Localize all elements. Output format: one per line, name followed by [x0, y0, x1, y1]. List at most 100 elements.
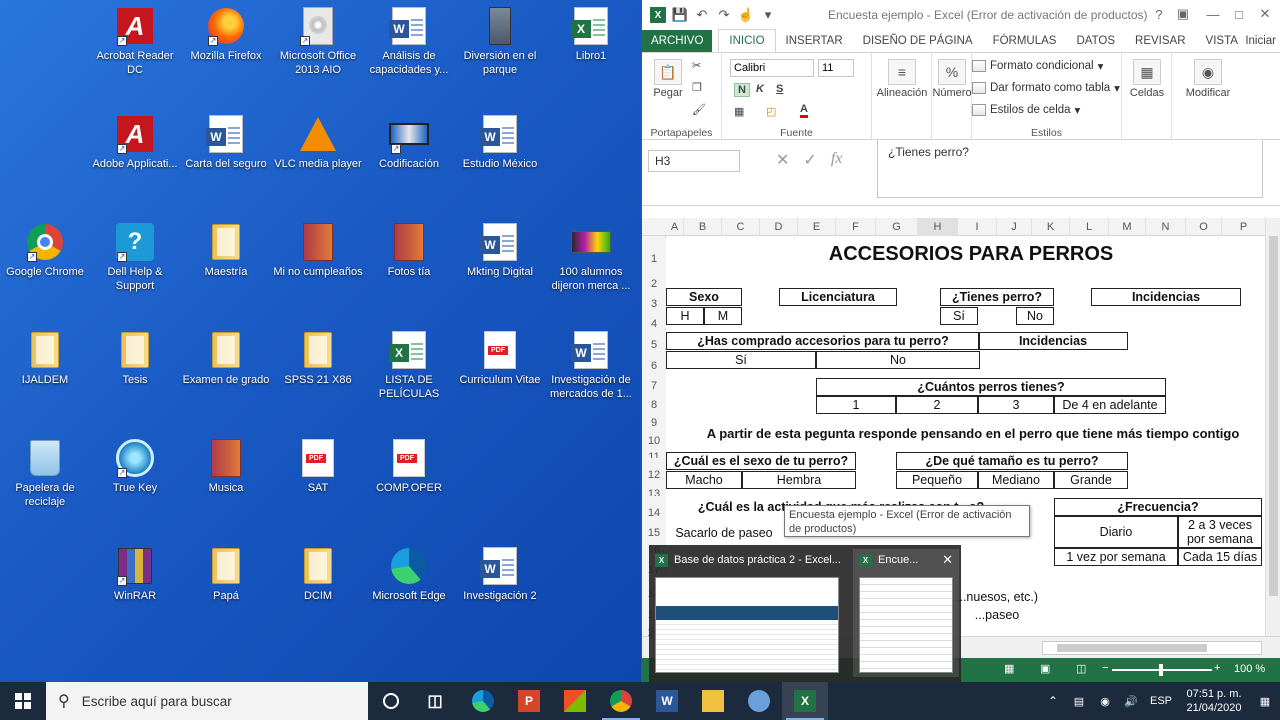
enter-icon[interactable]: ✓ — [803, 150, 816, 170]
row-header-13[interactable]: 13 — [642, 480, 666, 500]
row-header-4[interactable]: 4 — [642, 308, 666, 330]
cell-n3[interactable]: 3 — [978, 396, 1054, 414]
alignment-button[interactable]: ≡ Alineación — [876, 59, 928, 99]
tab-vista[interactable]: VISTA — [1196, 30, 1248, 52]
cell-no2[interactable]: No — [816, 351, 980, 369]
tab-datos[interactable]: DATOS — [1066, 30, 1125, 52]
format-painter-icon[interactable]: 🖌 — [692, 103, 706, 116]
cell-cuantos[interactable]: ¿Cuántos perros tienes? — [816, 378, 1166, 396]
cell-si2[interactable]: Sí — [666, 351, 816, 369]
desktop-icon-mi-no-cumplea-os[interactable]: Mi no cumpleaños — [272, 222, 364, 279]
taskbar-word[interactable]: W — [644, 682, 690, 720]
font-name-select[interactable]: Calibri — [730, 59, 814, 77]
row-header-15[interactable]: 15 — [642, 518, 666, 539]
cell-dos-tres[interactable]: 2 a 3 veces por semana — [1178, 516, 1262, 548]
desktop-icon-vlc-media-player[interactable]: VLC media player — [272, 114, 364, 171]
cancel-icon[interactable]: ✕ — [776, 150, 789, 170]
desktop-icon-dell-help-support[interactable]: ? ↗ Dell Help & Support — [89, 222, 181, 293]
cell-apartir[interactable]: A partir de esta pegunta responde pensan… — [692, 424, 1254, 444]
modify-button[interactable]: ◉ Modificar — [1178, 59, 1238, 99]
cortana-button[interactable] — [368, 682, 414, 720]
desktop-icon-an-lisis-de-capacidades-y[interactable]: Análisis de capacidades y... — [363, 6, 455, 77]
chevron-up-icon[interactable]: ⌃ — [1040, 694, 1066, 708]
cell-sexo-perro[interactable]: ¿Cuál es el sexo de tu perro? — [666, 452, 856, 470]
taskbar-edge[interactable] — [460, 682, 506, 720]
cells-button[interactable]: ▦ Celdas — [1126, 59, 1168, 99]
column-header-g[interactable]: G — [876, 218, 918, 236]
row-header-1[interactable]: 1 — [642, 238, 666, 268]
cell-grande[interactable]: Grande — [1054, 471, 1128, 489]
column-header-k[interactable]: K — [1032, 218, 1070, 236]
desktop-icon-tesis[interactable]: Tesis — [89, 330, 181, 387]
font-color-icon[interactable]: A — [800, 103, 808, 118]
thumbnail-encuesta[interactable]: X Encue... ✕ — [853, 549, 959, 677]
taskbar-powerpoint[interactable]: P — [506, 682, 552, 720]
zoom-level[interactable]: 100 % — [1234, 663, 1265, 675]
fx-icon[interactable]: fx — [831, 150, 843, 170]
taskbar-app[interactable] — [736, 682, 782, 720]
zoom-slider[interactable] — [1112, 664, 1212, 676]
row-header-2[interactable]: 2 — [642, 268, 666, 290]
paste-button[interactable]: 📋 Pegar — [648, 59, 688, 99]
column-header-i[interactable]: I — [958, 218, 997, 236]
cell-mediano[interactable]: Mediano — [978, 471, 1054, 489]
thumbnail-base-datos[interactable]: X Base de datos práctica 2 - Excel... — [649, 549, 849, 677]
bold-button[interactable]: N — [734, 83, 750, 97]
desktop-icon-spss-21-x86[interactable]: SPSS 21 X86 — [272, 330, 364, 387]
desktop-icon-dcim[interactable]: DCIM — [272, 546, 364, 603]
tab-revisar[interactable]: REVISAR — [1125, 30, 1196, 52]
taskbar-excel[interactable]: X — [782, 682, 828, 720]
taskbar-explorer[interactable] — [690, 682, 736, 720]
tab-diseno[interactable]: DISEÑO DE PÁGINA — [853, 30, 983, 52]
borders-icon[interactable]: ▦ — [734, 105, 744, 118]
page-layout-icon[interactable]: ▣ — [1040, 662, 1050, 675]
vertical-scrollbar[interactable] — [1265, 218, 1280, 636]
row-header-14[interactable]: 14 — [642, 496, 666, 519]
volume-icon[interactable]: 🔊 — [1118, 695, 1144, 708]
cell-hembra[interactable]: Hembra — [742, 471, 856, 489]
desktop-icon-lista-de-pel-culas[interactable]: LISTA DE PELÍCULAS — [363, 330, 455, 401]
desktop-icon-sat[interactable]: SAT — [272, 438, 364, 495]
cell-tienes-perro[interactable]: ¿Tienes perro? — [940, 288, 1054, 306]
column-header-j[interactable]: J — [997, 218, 1032, 236]
italic-button[interactable]: K — [756, 83, 764, 95]
task-view-button[interactable]: ◫ — [412, 682, 458, 720]
column-header-d[interactable]: D — [760, 218, 798, 236]
column-header-f[interactable]: F — [836, 218, 876, 236]
wifi-icon[interactable]: ◉ — [1092, 695, 1118, 708]
tab-archivo[interactable]: ARCHIVO — [642, 30, 713, 52]
cell-si[interactable]: Sí — [940, 307, 978, 325]
column-header-b[interactable]: B — [684, 218, 722, 236]
name-box[interactable]: H3 — [648, 150, 740, 172]
row-header-8[interactable]: 8 — [642, 390, 666, 411]
row-header-12[interactable]: 12 — [642, 458, 666, 481]
cell-licenciatura[interactable]: Licenciatura — [779, 288, 897, 306]
row-header-9[interactable]: 9 — [642, 408, 666, 429]
cell-macho[interactable]: Macho — [666, 471, 742, 489]
tab-inicio[interactable]: INICIO — [718, 29, 776, 52]
minimize-button[interactable]: — — [1202, 4, 1224, 24]
cell-n1[interactable]: 1 — [816, 396, 896, 414]
cell-accesorios[interactable]: ¿Has comprado accesorios para tu perro? — [666, 332, 980, 350]
desktop-icon-winrar[interactable]: ↗ WinRAR — [89, 546, 181, 603]
row-header-3[interactable]: 3 — [642, 288, 666, 310]
number-button[interactable]: % Número — [932, 59, 972, 99]
cell-tamano[interactable]: ¿De qué tamaño es tu perro? — [896, 452, 1128, 470]
close-thumbnail-icon[interactable]: ✕ — [942, 552, 953, 568]
row-header-5[interactable]: 5 — [642, 330, 666, 351]
cell-sexo[interactable]: Sexo — [666, 288, 742, 306]
tab-formulas[interactable]: FÓRMULAS — [983, 30, 1067, 52]
desktop-icon-curriculum-vitae[interactable]: Curriculum Vitae — [454, 330, 546, 387]
desktop-icon-carta-del-seguro[interactable]: Carta del seguro — [180, 114, 272, 171]
cell-n2[interactable]: 2 — [896, 396, 978, 414]
cell-una-vez[interactable]: 1 vez por semana — [1054, 548, 1178, 566]
column-header-e[interactable]: E — [798, 218, 836, 236]
conditional-format-button[interactable]: Formato condicional ▾ — [972, 59, 1103, 73]
touch-mode-icon[interactable]: ☝ — [738, 7, 754, 23]
column-header-m[interactable]: M — [1109, 218, 1146, 236]
desktop-icon-musica[interactable]: Musica — [180, 438, 272, 495]
desktop-icon-google-chrome[interactable]: ↗ Google Chrome — [0, 222, 91, 279]
desktop-icon-acrobat-reader-dc[interactable]: A ↗ Acrobat Reader DC — [89, 6, 181, 77]
desktop-icon-adobe-applicati[interactable]: A ↗ Adobe Applicati... — [89, 114, 181, 171]
desktop-icon-codificaci-n[interactable]: ↗ Codificación — [363, 114, 455, 171]
